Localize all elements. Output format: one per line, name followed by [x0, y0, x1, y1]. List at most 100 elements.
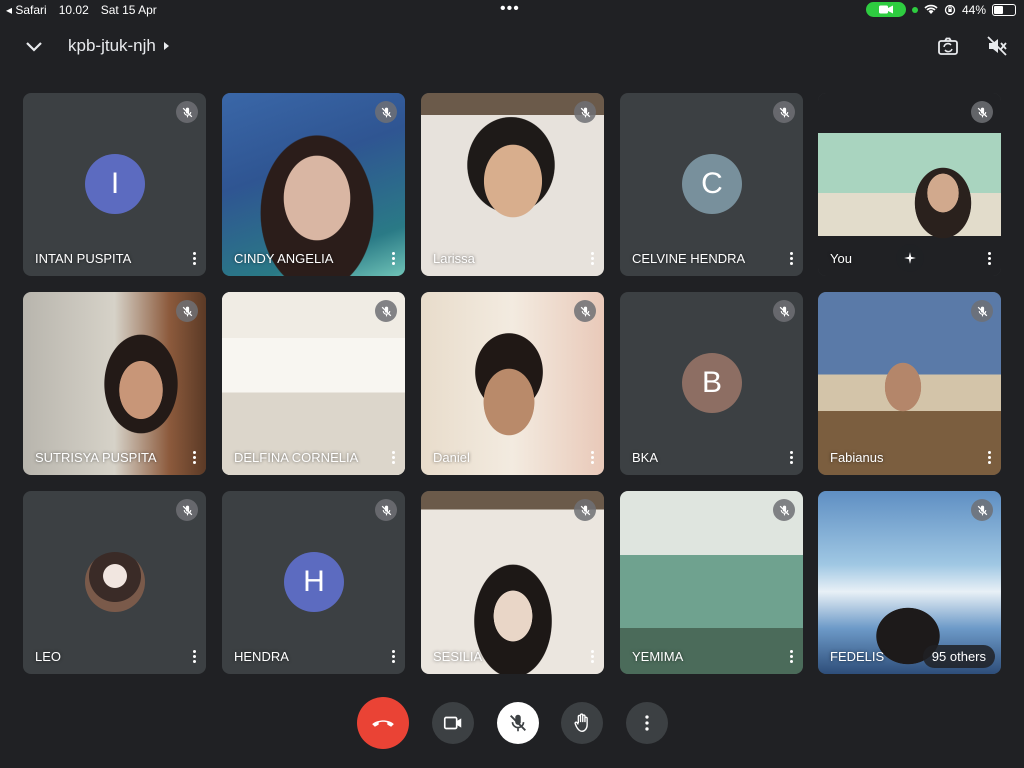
muted-indicator	[375, 101, 397, 123]
more-vert-icon[interactable]	[983, 448, 995, 466]
participant-name: CINDY ANGELIA	[234, 251, 334, 266]
microphone-off-icon	[182, 306, 192, 316]
participant-tile[interactable]: CINDY ANGELIA	[222, 93, 405, 276]
muted-indicator	[574, 101, 596, 123]
more-vert-icon[interactable]	[387, 448, 399, 466]
status-date: Sat 15 Apr	[100, 3, 157, 17]
muted-indicator	[773, 101, 795, 123]
more-vert-icon[interactable]	[586, 249, 598, 267]
camera-toggle-button[interactable]	[432, 702, 474, 744]
participant-video	[818, 292, 1001, 475]
camera-icon	[878, 5, 893, 14]
more-vert-icon[interactable]	[785, 249, 797, 267]
participant-tile[interactable]: SUTRISYA PUSPITA	[23, 292, 206, 475]
microphone-off-icon	[977, 306, 987, 316]
multitasking-dots[interactable]: •••	[500, 1, 520, 17]
muted-indicator	[176, 300, 198, 322]
participant-name: CELVINE HENDRA	[632, 251, 746, 266]
switch-camera-icon[interactable]	[936, 34, 960, 58]
sparkle-icon	[904, 252, 916, 264]
muted-indicator	[971, 300, 993, 322]
avatar: B	[682, 353, 742, 413]
muted-indicator	[574, 499, 596, 521]
avatar: H	[284, 552, 344, 612]
more-vert-icon[interactable]	[586, 647, 598, 665]
participant-tile[interactable]: I INTAN PUSPITA	[23, 93, 206, 276]
battery-icon	[992, 3, 1016, 16]
microphone-off-icon	[779, 306, 789, 316]
more-vert-icon[interactable]	[586, 448, 598, 466]
wifi-icon	[924, 4, 938, 14]
participant-tile[interactable]: B BKA	[620, 292, 803, 475]
status-time: 10.02	[58, 3, 89, 17]
more-vert-icon[interactable]	[387, 249, 399, 267]
end-call-icon	[372, 720, 394, 727]
muted-indicator	[773, 300, 795, 322]
more-vert-icon[interactable]	[188, 448, 200, 466]
microphone-off-icon	[977, 505, 987, 515]
speaker-muted-icon[interactable]	[985, 34, 1009, 58]
muted-indicator	[375, 300, 397, 322]
participant-tile[interactable]: H HENDRA	[222, 491, 405, 674]
participant-tile[interactable]: You	[818, 93, 1001, 276]
microphone-off-icon	[977, 107, 987, 117]
effects-button[interactable]	[896, 244, 924, 272]
participant-tile[interactable]: YEMIMA	[620, 491, 803, 674]
raise-hand-button[interactable]	[561, 702, 603, 744]
microphone-off-icon	[580, 306, 590, 316]
participant-tile[interactable]: Larissa	[421, 93, 604, 276]
more-vert-icon[interactable]	[188, 249, 200, 267]
microphone-off-icon	[510, 714, 526, 732]
participant-video	[620, 491, 803, 674]
microphone-toggle-button[interactable]	[497, 702, 539, 744]
microphone-off-icon	[381, 107, 391, 117]
end-call-button[interactable]	[357, 697, 409, 749]
muted-indicator	[773, 499, 795, 521]
participant-tile[interactable]: FEDELIS 95 others	[818, 491, 1001, 674]
avatar: C	[682, 154, 742, 214]
participant-video	[421, 491, 604, 674]
orientation-lock-icon	[944, 4, 956, 15]
back-to-app-link[interactable]: ◂ Safari	[6, 3, 47, 17]
microphone-off-icon	[381, 505, 391, 515]
participant-tile[interactable]: LEO	[23, 491, 206, 674]
more-vert-icon[interactable]	[785, 647, 797, 665]
chevron-down-icon[interactable]	[22, 34, 46, 58]
microphone-off-icon	[580, 107, 590, 117]
participant-tile[interactable]: SESILIA	[421, 491, 604, 674]
back-app-label: Safari	[15, 3, 47, 17]
participant-tile[interactable]: DELFINA CORNELIA	[222, 292, 405, 475]
others-count-badge[interactable]: 95 others	[922, 645, 995, 668]
participant-name: Larissa	[433, 251, 475, 266]
raise-hand-icon	[574, 713, 588, 732]
video-camera-icon	[443, 716, 462, 730]
more-vert-icon[interactable]	[188, 647, 200, 665]
participant-name: BKA	[632, 450, 659, 465]
more-options-button[interactable]	[626, 702, 668, 744]
meeting-code-button[interactable]: kpb-jtuk-njh	[68, 36, 169, 56]
microphone-off-icon	[182, 107, 192, 117]
muted-indicator	[375, 499, 397, 521]
avatar-photo	[85, 552, 145, 612]
more-vert-icon[interactable]	[387, 647, 399, 665]
status-bar: ◂ Safari 10.02 Sat 15 Apr ••• 44%	[0, 0, 1024, 20]
participant-name: SESILIA	[433, 649, 483, 664]
avatar: I	[85, 154, 145, 214]
more-vert-icon[interactable]	[785, 448, 797, 466]
participant-name: INTAN PUSPITA	[35, 251, 132, 266]
more-vert-icon	[645, 715, 649, 731]
participant-tile[interactable]: C CELVINE HENDRA	[620, 93, 803, 276]
participant-tile[interactable]: Daniel	[421, 292, 604, 475]
more-vert-icon[interactable]	[983, 249, 995, 267]
participant-video	[421, 93, 604, 276]
muted-indicator	[971, 101, 993, 123]
muted-indicator	[176, 499, 198, 521]
participant-video	[23, 292, 206, 475]
participant-video	[222, 93, 405, 276]
microphone-off-icon	[381, 306, 391, 316]
participant-name: DELFINA CORNELIA	[234, 450, 359, 465]
participant-tile[interactable]: Fabianus	[818, 292, 1001, 475]
participant-name: HENDRA	[234, 649, 289, 664]
call-controls	[0, 697, 1024, 752]
participant-name: YEMIMA	[632, 649, 684, 664]
